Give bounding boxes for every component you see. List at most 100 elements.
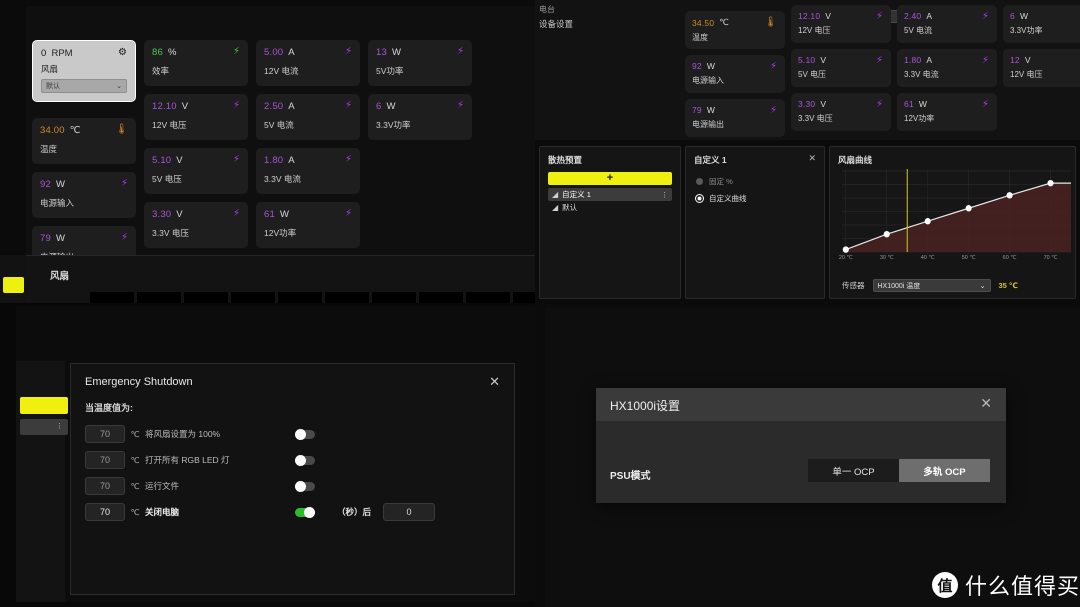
close-icon[interactable]: ✕ — [980, 395, 992, 412]
action-toggle[interactable] — [295, 506, 315, 518]
sensor-tile-温度[interactable]: 34.00 ℃ 🌡 温度 — [32, 118, 136, 164]
sensor-tile-3.3V功率[interactable]: 6W⚡3.3V功率 — [368, 94, 472, 140]
sensor-tile-电源输入[interactable]: 92 W ⚡ 电源输入 — [685, 55, 785, 93]
preset-item-label: 自定义 1 — [562, 190, 591, 199]
temp-input[interactable]: 70 — [85, 451, 125, 469]
sensor-tile-5V 电流[interactable]: 2.40 A ⚡ 5V 电流 — [897, 5, 997, 43]
sensor-label: 3.3V 电压 — [152, 228, 189, 238]
radio-label: 自定义曲线 — [709, 194, 747, 203]
sensor-unit: V — [176, 155, 183, 166]
action-label: 打开所有 RGB LED 灯 — [145, 455, 230, 465]
close-icon[interactable]: ✕ — [489, 374, 500, 390]
fan-curve-svg[interactable] — [842, 169, 1071, 254]
temp-input[interactable]: 70 — [85, 503, 125, 521]
sensor-tile-5V 电流[interactable]: 2.50 A ⚡ 5V 电流 — [256, 94, 360, 140]
sensor-tile-3.3V功率[interactable]: 6W⚡3.3V功率 — [1003, 5, 1080, 43]
preset-item-label: 默认 — [562, 203, 578, 212]
bolt-icon: ⚡ — [981, 11, 989, 22]
sensor-tile-12V 电压[interactable]: 12.10 V ⚡ 12V 电压 — [144, 94, 248, 140]
sensor-tile-3.3V 电压[interactable]: 3.30 V ⚡ 3.3V 电压 — [791, 93, 891, 131]
preset-list: ◢ 自定义 1 ⋮ ◢ 默认 — [548, 188, 672, 214]
sensor-tile-3.3V 电压[interactable]: 3.30 V ⚡ 3.3V 电压 — [144, 202, 248, 248]
psu-mode-option[interactable]: 多轨 OCP — [899, 459, 990, 482]
xaxis-tick: 50 ℃ — [961, 255, 976, 261]
sensor-unit: W — [55, 179, 65, 190]
sensor-value: 79 — [40, 233, 51, 244]
bolt-icon: ⚡ — [344, 154, 352, 165]
bolt-icon: ⚡ — [344, 46, 352, 57]
sensor-value: 3.30 — [798, 99, 816, 109]
sensor-value: 5.00 — [264, 47, 284, 58]
sensor-tile-5V 电压[interactable]: 5.10 V ⚡ 5V 电压 — [791, 49, 891, 87]
fan-cell — [419, 292, 463, 303]
sensor-value: 6 — [1010, 11, 1015, 21]
temp-unit: ℃ — [130, 429, 140, 439]
temp-input[interactable]: 70 — [85, 425, 125, 443]
fan-cell — [90, 292, 134, 303]
sensor-unit: ℃ — [719, 17, 729, 27]
sensor-select[interactable]: HX1000i 温度 ⌄ — [872, 279, 991, 292]
radio-selected[interactable]: 自定义曲线 — [686, 187, 824, 204]
sensor-value: 3.30 — [152, 209, 172, 220]
sensor-tile-12V 电流[interactable]: 5.00 A ⚡ 12V 电流 — [256, 40, 360, 86]
bolt-icon: ⚡ — [769, 105, 777, 116]
psu-mode-option[interactable]: 单一 OCP — [808, 459, 899, 482]
xaxis-tick: 60 ℃ — [1002, 255, 1017, 261]
fan-curve-chart[interactable] — [842, 169, 1071, 254]
bolt-icon: ⚡ — [232, 154, 240, 165]
action-label: 运行文件 — [145, 481, 180, 491]
radio-option[interactable]: 固定 % — [686, 170, 824, 187]
fan-tile-selected[interactable]: 0 RPM ⚙ 风扇 默认 ⌄ — [32, 40, 136, 102]
gear-icon[interactable]: ⚙ — [118, 47, 127, 58]
sensor-unit: V — [181, 101, 189, 112]
add-preset-button[interactable] — [20, 397, 68, 414]
preset-list-item[interactable]: ⋮ — [20, 419, 68, 435]
radio-icon[interactable] — [696, 178, 703, 185]
fan-section: 风扇 — [26, 255, 535, 303]
sensor-tile-温度[interactable]: 34.50 ℃ 🌡 温度 — [685, 11, 785, 49]
radio-icon[interactable] — [696, 195, 703, 202]
temp-input[interactable]: 70 — [85, 477, 125, 495]
sensor-tile-电源输出[interactable]: 79 W ⚡ 电源输出 — [685, 99, 785, 137]
emergency-row: 70 ℃ 运行文件 — [85, 474, 500, 498]
action-toggle[interactable] — [295, 454, 315, 466]
action-toggle[interactable] — [295, 428, 315, 440]
temp-unit: ℃ — [130, 507, 140, 517]
sensor-label: 3.3V 电流 — [904, 70, 939, 79]
sensor-tile-12V 电压[interactable]: 12V⚡12V 电压 — [1003, 49, 1080, 87]
preset-list-item[interactable]: ◢ 默认 — [548, 201, 672, 214]
bolt-icon: ⚡ — [120, 178, 128, 189]
sensor-tile-电源输入[interactable]: 92 W ⚡ 电源输入 — [32, 172, 136, 218]
xaxis-tick: 40 ℃ — [920, 255, 935, 261]
emergency-row: 70 ℃ 打开所有 RGB LED 灯 — [85, 448, 500, 472]
sensor-value: 2.40 — [904, 11, 922, 21]
bolt-icon: ⚡ — [232, 100, 240, 111]
sensor-label: 12V功率 — [264, 228, 297, 238]
dialog-subtitle: 当温度值为: — [85, 403, 133, 413]
action-toggle[interactable] — [295, 480, 315, 492]
sensor-tile-5V功率[interactable]: 13 W ⚡ 5V功率 — [368, 40, 472, 86]
sensor-tile-3.3V 电流[interactable]: 1.80 A ⚡ 3.3V 电流 — [897, 49, 997, 87]
curve-icon: ◢ — [552, 190, 559, 199]
delay-input[interactable]: 0 — [383, 503, 436, 521]
fan-preset-select[interactable]: 默认 ⌄ — [41, 79, 127, 93]
sensor-tile-12V功率[interactable]: 61 W ⚡ 12V功率 — [256, 202, 360, 248]
sensor-column-1: 0 RPM ⚙ 风扇 默认 ⌄ 34.00 ℃ 🌡 温度 92 W ⚡ 电源输入 79 W ⚡ 电源输… — [32, 40, 136, 272]
preset-list-item[interactable]: ◢ 自定义 1 ⋮ — [548, 188, 672, 201]
sensor-tile-12V 电压[interactable]: 12.10 V ⚡ 12V 电压 — [791, 5, 891, 43]
sensor-column-2-4: 6W⚡3.3V功率 12V⚡12V 电压 — [1003, 5, 1080, 137]
sensor-unit: V — [825, 11, 831, 21]
sensor-tile-5V 电压[interactable]: 5.10 V ⚡ 5V 电压 — [144, 148, 248, 194]
add-preset-button[interactable]: + — [548, 172, 672, 185]
cooling-preset-title: 散热预置 — [548, 155, 583, 165]
add-preset-button[interactable] — [3, 277, 24, 293]
close-icon[interactable]: ✕ — [808, 153, 816, 164]
sensor-tile-效率[interactable]: 86% ⚡ 效率 — [144, 40, 248, 86]
sensor-tile-12V功率[interactable]: 61 W ⚡ 12V功率 — [897, 93, 997, 131]
sensor-unit: A — [288, 101, 295, 112]
device-settings-label[interactable]: 设备设置 — [539, 18, 573, 30]
sensor-tile-3.3V 电流[interactable]: 1.80 A ⚡ 3.3V 电流 — [256, 148, 360, 194]
toggle-knob — [295, 480, 306, 492]
overflow-menu-icon[interactable]: ⋮ — [56, 422, 63, 430]
overflow-menu-icon[interactable]: ⋮ — [661, 191, 668, 199]
